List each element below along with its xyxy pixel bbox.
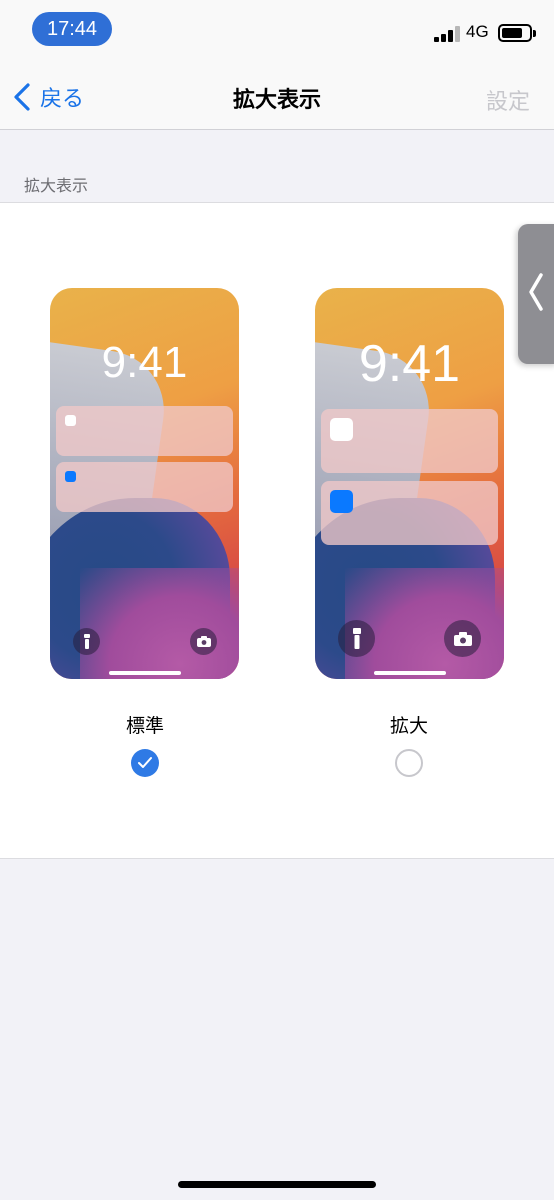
signal-icon bbox=[434, 26, 460, 42]
preview-notification bbox=[56, 406, 233, 456]
side-panel-tab[interactable] bbox=[518, 224, 554, 364]
checkmark-icon bbox=[138, 757, 152, 768]
set-button[interactable]: 設定 bbox=[486, 84, 530, 116]
preview-notification bbox=[56, 462, 233, 512]
camera-icon bbox=[190, 628, 217, 655]
camera-icon bbox=[444, 620, 481, 657]
standard-label: 標準 bbox=[125, 715, 164, 737]
flashlight-icon bbox=[338, 620, 375, 657]
home-indicator[interactable] bbox=[178, 1181, 376, 1188]
standard-radio[interactable] bbox=[131, 749, 159, 777]
display-zoom-card: 9:41 9:41 標準 拡大 bbox=[0, 202, 554, 859]
section-header: 拡大表示 bbox=[24, 176, 89, 195]
battery-icon bbox=[498, 24, 536, 42]
preview-home-indicator bbox=[374, 671, 446, 675]
zoomed-preview[interactable]: 9:41 bbox=[315, 288, 504, 679]
page-title: 拡大表示 bbox=[232, 88, 321, 113]
zoomed-label: 拡大 bbox=[389, 715, 428, 737]
network-type: 4G bbox=[466, 22, 489, 41]
chevron-left-icon bbox=[529, 273, 543, 311]
standard-preview[interactable]: 9:41 bbox=[50, 288, 239, 679]
navigation-bar: 戻る 拡大表示 設定 bbox=[0, 58, 554, 130]
preview-clock: 9:41 bbox=[101, 338, 188, 387]
preview-clock: 9:41 bbox=[358, 335, 461, 393]
status-time[interactable]: 17:44 bbox=[32, 12, 112, 46]
preview-notification bbox=[321, 409, 498, 473]
preview-notification bbox=[321, 481, 498, 545]
screen: 17:44 4G 戻る 拡大表示 設定 拡大表示 9:41 9:41 標準 拡大 bbox=[0, 0, 554, 1200]
status-bar: 17:44 4G bbox=[0, 0, 554, 58]
flashlight-icon bbox=[73, 628, 100, 655]
zoomed-radio[interactable] bbox=[395, 749, 423, 777]
preview-home-indicator bbox=[109, 671, 181, 675]
